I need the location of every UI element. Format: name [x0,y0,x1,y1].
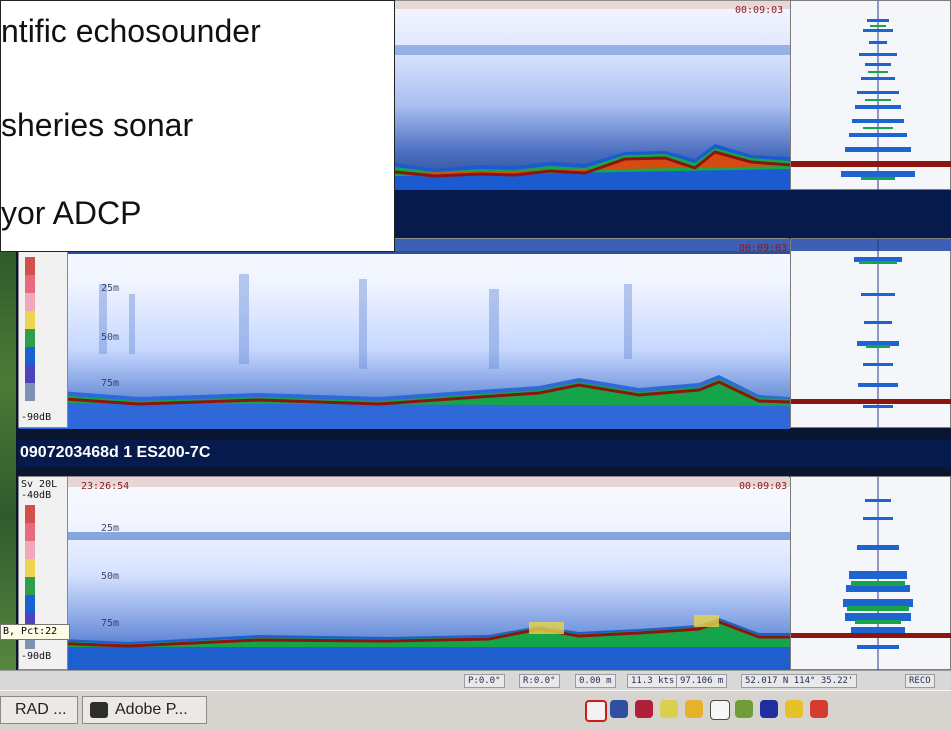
pct-label-text: B, Pct:22 [3,626,58,637]
status-item: 11.3 kts [627,674,679,688]
histogram-2 [791,239,951,429]
callout-box: ntific echosounder sheries sonar yor ADC… [0,0,395,252]
depth-label-50m: 50m [101,332,120,343]
status-item: 52.017 N 114° 35.22' [741,674,858,688]
bucket-icon[interactable] [635,700,653,718]
status-bar: P:0.0° R:0.0° 0.00 m 11.3 kts 97.106 m 5… [0,670,951,690]
depth-label-50m: 50m [101,571,120,582]
status-item: 0.00 m [575,674,616,688]
scale-min-label: -90dB [21,412,52,423]
echogram-panel-3[interactable]: 00:09:03 23:26:54 25m 50m 75m [18,476,790,671]
task-button-adobe[interactable]: Adobe P... [82,696,207,724]
callout-line-2: sheries sonar [1,107,194,143]
stop-icon[interactable] [810,700,828,718]
file-title-bar: 0907203468d 1 ES200-7C [18,440,951,467]
disc-icon[interactable] [710,700,730,720]
histogram-panel-3 [790,476,951,671]
timestamp: 23:26:54 [81,481,130,492]
echogram-1-display [395,1,791,191]
echogram-panel-1[interactable]: 00:09:03 [394,0,791,191]
sv-scale-3: Sv 20L -40dB -90dB [18,476,68,670]
scale-min-label: -90dB [21,651,52,662]
status-item: RECO [905,674,935,688]
timecode: 00:09:03 [739,481,788,492]
depth-label-25m: 25m [101,283,120,294]
pct-label: B, Pct:22 [0,624,70,640]
taskbar: RAD ... Adobe P... [0,690,951,729]
callout-line-3: yor ADCP [1,195,142,231]
histogram-panel-1 [790,0,951,191]
histogram-panel-2 [790,238,951,429]
task-button-label: Adobe P... [115,701,188,718]
monitor-icon[interactable] [685,700,703,718]
depth-label-75m: 75m [101,378,120,389]
file-title: 0907203468d 1 ES200-7C [20,444,211,461]
tools-icon[interactable] [610,700,628,718]
adobe-icon [90,702,108,718]
task-button-rad[interactable]: RAD ... [0,696,78,724]
speaker-icon[interactable] [660,700,678,718]
scale-max-label: -40dB [21,490,52,501]
sv-label: Sv 20L [21,479,58,490]
timecode: 00:09:03 [739,243,788,254]
echogram-3-display [19,477,790,671]
depth-label-75m: 75m [101,618,120,629]
echogram-2-display [19,239,790,429]
depth-label-25m: 25m [101,523,120,534]
histogram-3 [791,477,951,671]
status-item: P:0.0° [464,674,505,688]
sv-scale-2: -90dB [18,238,68,428]
chart-icon[interactable] [735,700,753,718]
task-button-label: RAD ... [15,701,67,718]
search-icon[interactable] [585,700,607,722]
callout-line-1: ntific echosounder [1,13,261,49]
status-item: R:0.0° [519,674,560,688]
timecode: 00:09:03 [735,5,784,16]
histogram-1 [791,1,951,191]
folder-icon[interactable] [785,700,803,718]
echogram-panel-2[interactable]: 00:09:03 25m 50m 75m [18,238,790,429]
status-item: 97.106 m [676,674,728,688]
ev-icon[interactable] [760,700,778,718]
